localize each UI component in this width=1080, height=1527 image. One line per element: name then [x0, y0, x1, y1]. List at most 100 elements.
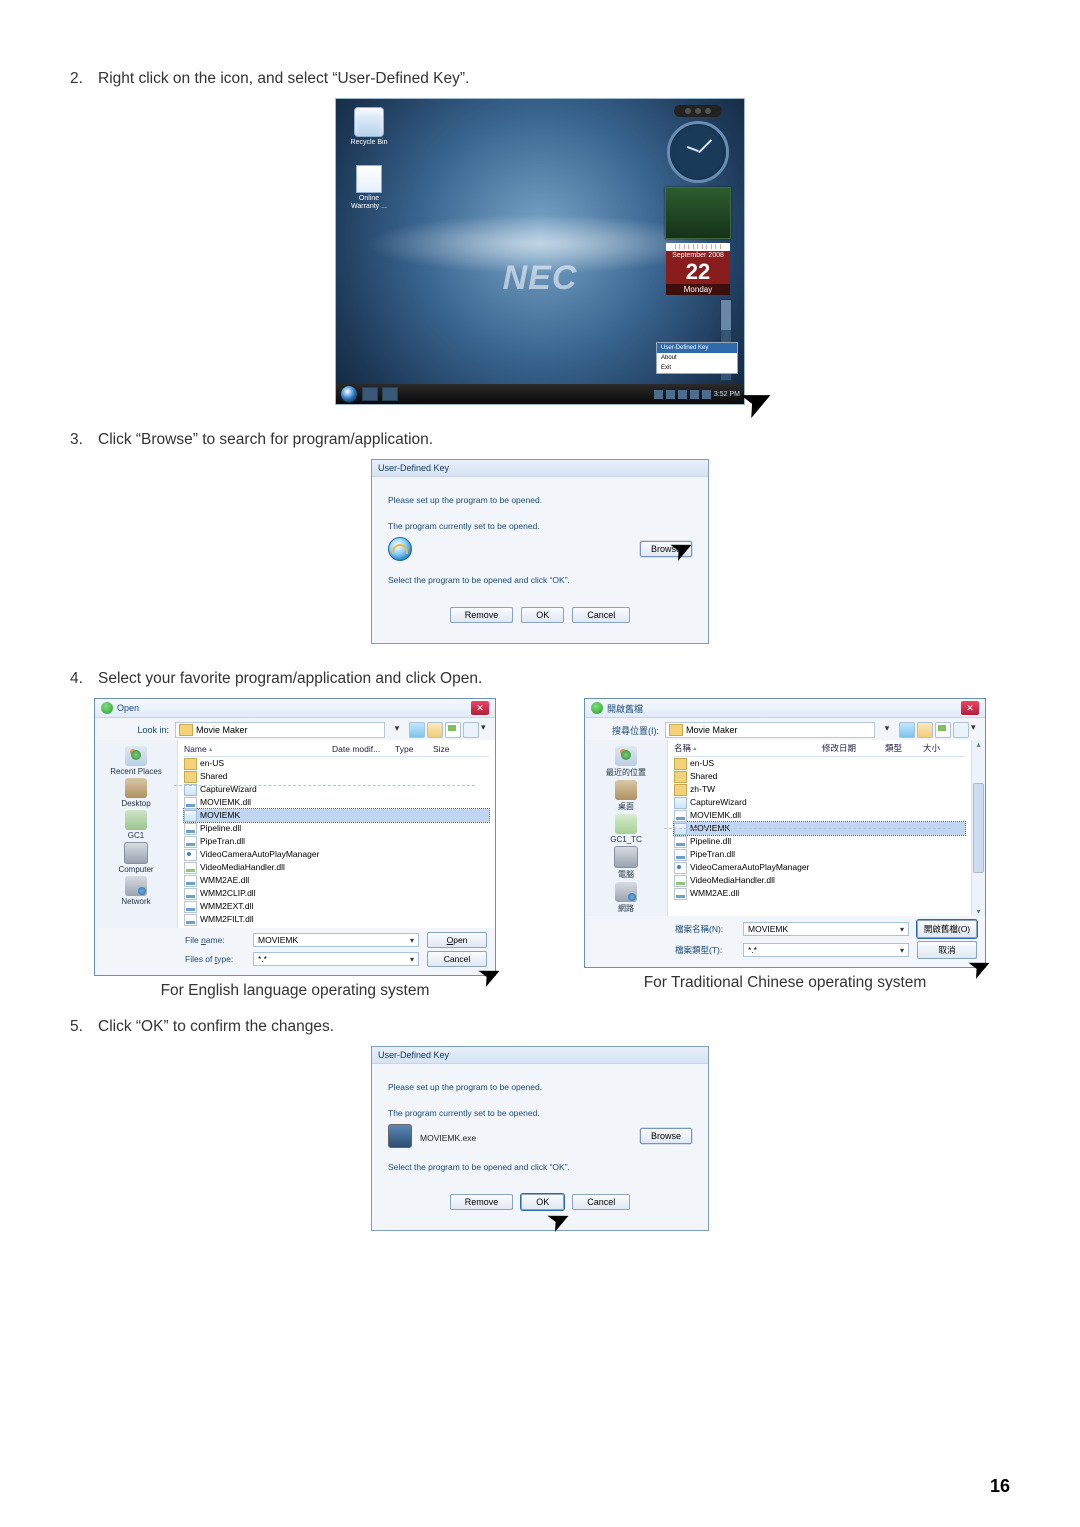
menu-about[interactable]: About — [657, 353, 737, 363]
back-icon[interactable] — [409, 722, 425, 738]
places-desktop[interactable]: 桌面 — [585, 780, 667, 812]
filename-input[interactable]: MOVIEMK▾ — [743, 922, 909, 936]
udk-title: User-Defined Key — [372, 460, 708, 477]
filetype-input[interactable]: *.*▾ — [743, 943, 909, 957]
places-computer[interactable]: Computer — [95, 842, 177, 874]
folder-icon — [179, 724, 193, 736]
file-item[interactable]: PipeTran.dll — [674, 848, 965, 861]
sidebar-gadgets: ❘❘❘❘❘❘❘❘❘❘❘ September 2008 22 Monday — [658, 105, 738, 381]
dropdown-icon[interactable]: ▾ — [881, 723, 893, 737]
file-list-header[interactable]: Name ▴ Date modif... Type Size — [184, 744, 489, 757]
file-item[interactable]: en-US — [184, 757, 489, 770]
up-icon[interactable] — [917, 722, 933, 738]
file-item[interactable]: WMM2CLIP.dll — [184, 887, 489, 900]
taskbar-item[interactable] — [362, 387, 378, 401]
places-recent[interactable]: Recent Places — [95, 746, 177, 776]
pointer-annotation-icon: ➤ — [732, 373, 782, 429]
file-item[interactable]: VideoMediaHandler.dll — [184, 861, 489, 874]
caption-en: For English language operating system — [161, 982, 430, 1000]
places-network[interactable]: Network — [95, 876, 177, 906]
file-item[interactable]: PipeTran.dll — [184, 835, 489, 848]
step-3-text: Click “Browse” to search for program/app… — [98, 431, 1010, 449]
lookin-combo[interactable]: Movie Maker — [175, 722, 385, 738]
places-recent[interactable]: 最近的位置 — [585, 746, 667, 778]
step-5: 5. Click “OK” to confirm the changes. — [70, 1018, 1010, 1036]
places-desktop[interactable]: Desktop — [95, 778, 177, 808]
file-item[interactable]: VideoCameraAutoPlayManager — [184, 848, 489, 861]
folder-icon — [669, 724, 683, 736]
file-item[interactable]: MOVIEMK.dll — [674, 809, 965, 822]
open-dialog-titlebar: Open ✕ — [95, 699, 495, 718]
up-icon[interactable] — [427, 722, 443, 738]
close-icon[interactable]: ✕ — [471, 701, 489, 715]
file-item[interactable]: MOVIEMK.dll — [184, 796, 489, 809]
dropdown-icon[interactable]: ▾ — [391, 723, 403, 737]
step-2-number: 2. — [70, 70, 98, 88]
tray-icon[interactable] — [702, 390, 711, 399]
udk-line1: Please set up the program to be opened. — [388, 495, 692, 505]
filetype-input[interactable]: *.*▾ — [253, 952, 419, 966]
online-warranty-label: Online Warranty ... — [346, 195, 392, 210]
file-item-selected[interactable]: MOVIEMK — [184, 809, 489, 822]
tray-icon[interactable] — [690, 390, 699, 399]
remove-button[interactable]: Remove — [450, 607, 514, 623]
places-gc1-tc[interactable]: GC1_TC — [585, 814, 667, 844]
file-item[interactable]: WMM2FILT.dll — [184, 913, 489, 926]
start-button[interactable] — [340, 385, 358, 403]
udk-line2: The program currently set to be opened. — [388, 521, 692, 531]
close-icon[interactable]: ✕ — [961, 701, 979, 715]
tray-icon[interactable] — [654, 390, 663, 399]
remove-button[interactable]: Remove — [450, 1194, 514, 1210]
file-item[interactable]: WMM2EXT.dll — [184, 900, 489, 913]
file-item[interactable]: VideoMediaHandler.dll — [674, 874, 965, 887]
browse-button[interactable]: Browse — [640, 1128, 692, 1144]
cancel-button[interactable]: Cancel — [572, 607, 630, 623]
ok-button[interactable]: OK — [521, 607, 564, 623]
recycle-bin-icon: Recycle Bin — [346, 107, 392, 147]
open-dialog-title: 開啟舊檔 — [607, 702, 643, 715]
lookin-combo[interactable]: Movie Maker — [665, 722, 875, 738]
file-item[interactable]: Pipeline.dll — [674, 835, 965, 848]
step-4-text: Select your favorite program/application… — [98, 670, 1010, 688]
file-item[interactable]: Shared — [184, 770, 489, 783]
new-folder-icon[interactable] — [445, 722, 461, 738]
back-icon[interactable] — [899, 722, 915, 738]
file-item[interactable]: VideoCameraAutoPlayManager — [674, 861, 965, 874]
udk-line1: Please set up the program to be opened. — [388, 1082, 692, 1092]
menu-user-defined-key[interactable]: User-Defined Key — [657, 343, 737, 353]
new-folder-icon[interactable] — [935, 722, 951, 738]
dropdown-icon[interactable]: ▾ — [481, 722, 489, 736]
file-item[interactable]: en-US — [674, 757, 965, 770]
view-menu-icon[interactable] — [953, 722, 969, 738]
file-item[interactable]: CaptureWizard — [674, 796, 965, 809]
file-item[interactable]: WMM2AE.dll — [184, 874, 489, 887]
filename-input[interactable]: MOVIEMK▾ — [253, 933, 419, 947]
filename-label: File name: — [185, 935, 245, 945]
cancel-button[interactable]: Cancel — [572, 1194, 630, 1210]
udk-dialog-browse: User-Defined Key Please set up the progr… — [371, 459, 709, 644]
tray-icon[interactable] — [666, 390, 675, 399]
file-item[interactable]: zh-TW — [674, 783, 965, 796]
view-menu-icon[interactable] — [463, 722, 479, 738]
lookin-label: Look in: — [103, 725, 169, 735]
places-network[interactable]: 網路 — [585, 882, 667, 914]
step-3: 3. Click “Browse” to search for program/… — [70, 431, 1010, 449]
file-item[interactable]: Pipeline.dll — [184, 822, 489, 835]
places-computer[interactable]: 電腦 — [585, 846, 667, 880]
taskbar-item[interactable] — [382, 387, 398, 401]
step-5-number: 5. — [70, 1018, 98, 1036]
file-list-header[interactable]: 名稱 ▴ 修改日期 類型 大小 — [674, 742, 965, 757]
open-button[interactable]: Open — [427, 932, 487, 948]
file-item[interactable]: Shared — [674, 770, 965, 783]
desktop-brand: NEC — [503, 259, 578, 298]
menu-exit[interactable]: Exit — [657, 363, 737, 373]
file-list-scrollbar[interactable]: ▴▾ — [971, 740, 985, 916]
open-button[interactable]: 開啟舊檔(O) — [917, 920, 977, 938]
places-gc1[interactable]: GC1 — [95, 810, 177, 840]
udk-dialog-ok: User-Defined Key Please set up the progr… — [371, 1046, 709, 1231]
tray-icon[interactable] — [678, 390, 687, 399]
filename-label: 檔案名稱(N): — [675, 923, 735, 935]
calendar-date: 22 — [666, 260, 730, 284]
file-item[interactable]: WMM2AE.dll — [674, 887, 965, 900]
dropdown-icon[interactable]: ▾ — [971, 722, 979, 736]
